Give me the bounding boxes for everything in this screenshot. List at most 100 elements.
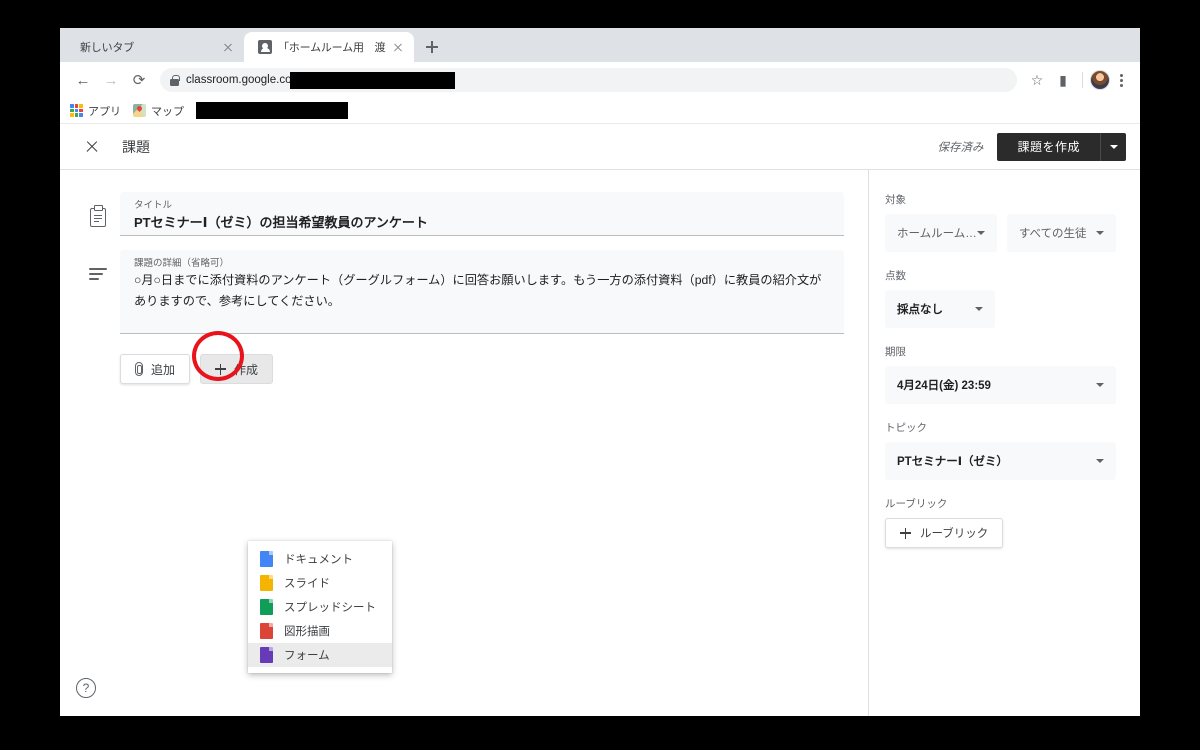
create-assignment-button[interactable]: 課題を作成	[997, 132, 1100, 161]
chevron-down-icon	[976, 231, 985, 235]
create-assignment-dropdown-button[interactable]	[1100, 132, 1126, 161]
avatar[interactable]	[1090, 70, 1110, 90]
due-date-select[interactable]: 4月24日(金) 23:59	[885, 366, 1116, 404]
header-actions: 保存済み 課題を作成	[937, 132, 1126, 161]
browser-toolbar: ← → ⟳ classroom.google.co ☆ ▮	[60, 62, 1140, 98]
title-label: タイトル	[134, 200, 173, 211]
plus-icon	[900, 527, 911, 539]
bookmark-star-icon[interactable]: ☆	[1025, 68, 1049, 92]
chevron-down-icon	[1096, 383, 1104, 387]
browser-tab-title: 新しいタブ	[80, 42, 134, 54]
title-field-row: タイトル PTセミナーⅠ（ゼミ）の担当希望教員のアンケート	[60, 192, 868, 236]
points-select-value: 採点なし	[897, 304, 943, 316]
clipboard-icon	[90, 205, 106, 227]
audience-label: 対象	[885, 194, 906, 206]
topic-group: トピック PTセミナーⅠ（ゼミ）	[885, 420, 1116, 480]
menu-item-document[interactable]: ドキュメント	[248, 547, 392, 571]
assignment-header: 課題 保存済み 課題を作成	[60, 124, 1140, 170]
new-tab-button[interactable]	[418, 33, 446, 61]
points-group: 点数 採点なし	[885, 268, 1116, 328]
menu-item-spreadsheet[interactable]: スプレッドシート	[248, 595, 392, 619]
create-attachment-menu: ドキュメント スライド スプレッドシート 図形描画 フォーム	[248, 541, 392, 673]
add-rubric-button[interactable]: ルーブリック	[885, 518, 1004, 548]
title-input[interactable]: タイトル PTセミナーⅠ（ゼミ）の担当希望教員のアンケート	[120, 192, 844, 236]
menu-item-label: ドキュメント	[284, 554, 353, 566]
menu-item-label: スプレッドシート	[284, 602, 376, 614]
browser-tab-classroom[interactable]: 「ホームルーム用 渡邊クラス（	[244, 32, 414, 62]
attachment-actions: 追加 作成	[120, 354, 868, 384]
bookmark-redaction-box	[196, 102, 348, 119]
google-sheets-icon	[260, 599, 273, 615]
menu-item-form[interactable]: フォーム	[248, 643, 392, 667]
toolbar-divider	[1082, 72, 1083, 88]
chrome-menu-icon[interactable]	[1112, 73, 1130, 87]
points-label: 点数	[885, 270, 906, 282]
chevron-down-icon	[1109, 144, 1118, 149]
menu-item-slides[interactable]: スライド	[248, 571, 392, 595]
classroom-assignment-page: 課題 保存済み 課題を作成 タイトル PTセミナーⅠ（ゼミ）の担当希望教員のアン…	[60, 124, 1140, 716]
forward-icon[interactable]: →	[98, 67, 124, 93]
menu-item-drawing[interactable]: 図形描画	[248, 619, 392, 643]
close-icon[interactable]	[76, 131, 108, 163]
assignment-body: タイトル PTセミナーⅠ（ゼミ）の担当希望教員のアンケート 課題の詳細（省略可）…	[60, 170, 1140, 716]
browser-tab-title: 「ホームルーム用 渡邊クラス（	[278, 42, 386, 54]
create-attachment-button[interactable]: 作成	[200, 354, 274, 384]
browser-window: 新しいタブ 「ホームルーム用 渡邊クラス（ ← → ⟳ classroom.go…	[60, 28, 1140, 716]
bookmark-label: マップ	[151, 105, 184, 118]
due-label: 期限	[885, 346, 906, 358]
screenshot-root: 新しいタブ 「ホームルーム用 渡邊クラス（ ← → ⟳ classroom.go…	[0, 0, 1200, 750]
maps-icon	[133, 104, 146, 117]
close-icon[interactable]	[220, 39, 236, 55]
paperclip-icon	[135, 362, 143, 376]
address-bar-url: classroom.google.co	[186, 74, 292, 86]
apps-grid-icon	[70, 104, 83, 117]
topic-select-value: PTセミナーⅠ（ゼミ）	[897, 456, 1008, 468]
assignment-main-column: タイトル PTセミナーⅠ（ゼミ）の担当希望教員のアンケート 課題の詳細（省略可）…	[60, 170, 868, 716]
students-select-value: すべての生徒	[1018, 228, 1087, 240]
points-select[interactable]: 採点なし	[885, 290, 995, 328]
description-lines-icon	[89, 268, 107, 282]
description-field-row: 課題の詳細（省略可） ○月○日までに添付資料のアンケート（グーグルフォーム）に回…	[60, 250, 868, 334]
google-drawings-icon	[260, 623, 273, 639]
reload-icon[interactable]: ⟳	[126, 67, 152, 93]
back-icon[interactable]: ←	[70, 67, 96, 93]
extension-icon[interactable]: ▮	[1051, 68, 1075, 92]
topic-label: トピック	[885, 422, 927, 434]
class-select[interactable]: ホームルーム…	[885, 214, 997, 252]
saved-status: 保存済み	[937, 141, 984, 154]
address-bar[interactable]: classroom.google.co	[160, 68, 1017, 92]
topic-select[interactable]: PTセミナーⅠ（ゼミ）	[885, 442, 1116, 480]
add-rubric-label: ルーブリック	[920, 528, 989, 540]
chevron-down-icon	[1096, 231, 1104, 235]
bookmark-label: アプリ	[88, 105, 121, 118]
bookmark-apps[interactable]: アプリ	[70, 103, 121, 119]
add-attachment-label: 追加	[151, 362, 176, 377]
students-select[interactable]: すべての生徒	[1006, 214, 1116, 252]
browser-tab-strip: 新しいタブ 「ホームルーム用 渡邊クラス（	[60, 28, 1140, 62]
chevron-down-icon	[975, 307, 983, 311]
close-icon[interactable]	[390, 39, 406, 55]
bookmark-maps[interactable]: マップ	[133, 103, 184, 119]
lock-icon	[170, 74, 180, 86]
google-slides-icon	[260, 575, 273, 591]
menu-item-label: フォーム	[284, 650, 330, 662]
chevron-down-icon	[1096, 459, 1104, 463]
create-assignment-split-button: 課題を作成	[997, 132, 1126, 161]
due-group: 期限 4月24日(金) 23:59	[885, 344, 1116, 404]
help-icon[interactable]: ?	[76, 678, 96, 698]
url-redaction-box	[290, 71, 456, 89]
description-input[interactable]: 課題の詳細（省略可） ○月○日までに添付資料のアンケート（グーグルフォーム）に回…	[120, 250, 844, 334]
menu-item-label: スライド	[284, 578, 330, 590]
create-attachment-label: 作成	[234, 362, 259, 377]
add-attachment-button[interactable]: 追加	[120, 354, 191, 384]
description-value: ○月○日までに添付資料のアンケート（グーグルフォーム）に回答お願いします。もう一…	[134, 273, 822, 308]
browser-tab-new[interactable]: 新しいタブ	[66, 32, 244, 62]
lines-icon-wrap	[76, 250, 120, 334]
bookmarks-bar: アプリ マップ	[60, 98, 1140, 124]
rubric-group: ルーブリック ルーブリック	[885, 496, 1116, 548]
description-label: 課題の詳細（省略可）	[134, 258, 230, 269]
rubric-label: ルーブリック	[885, 498, 948, 510]
google-docs-icon	[260, 551, 273, 567]
clipboard-icon-wrap	[76, 192, 120, 236]
audience-group: 対象 ホームルーム… すべての生徒	[885, 192, 1116, 252]
